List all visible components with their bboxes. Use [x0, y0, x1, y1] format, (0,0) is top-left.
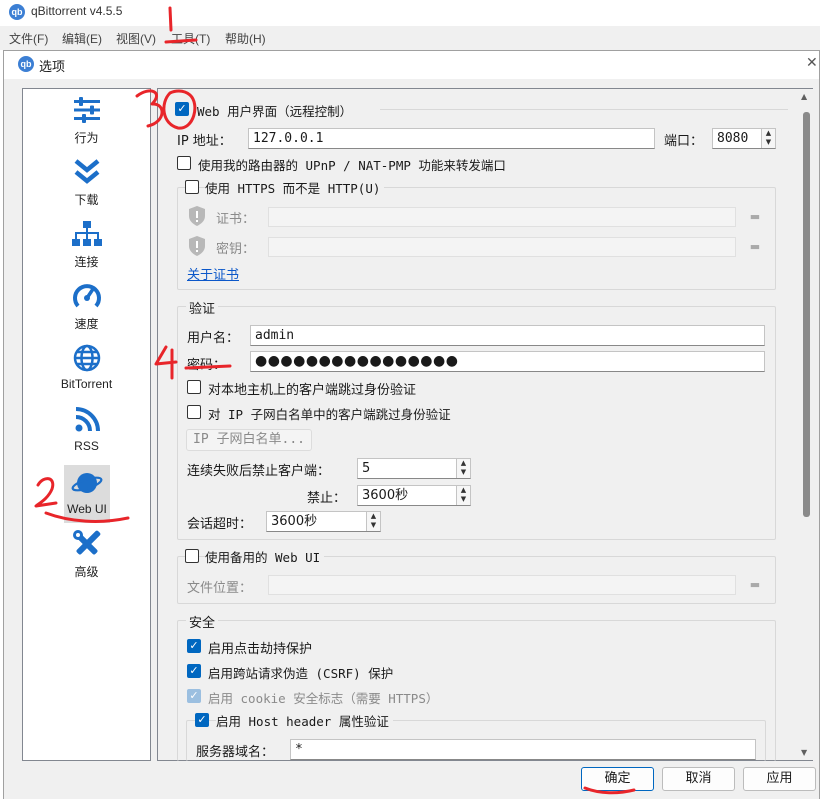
sidebar-item-label: 高级 [74, 565, 99, 579]
security-group-title: 安全 [186, 612, 219, 631]
ip-whitelist-button[interactable]: IP 子网白名单... [186, 429, 312, 451]
sidebar-item-label: Web UI [67, 502, 107, 516]
clickjacking-checkbox[interactable]: ✓ [187, 639, 201, 653]
folder-icon[interactable]: ▬ [746, 208, 764, 226]
bypass-subnet-label: 对 IP 子网白名单中的客户端跳过身份验证 [208, 407, 451, 422]
sidebar-item-rss[interactable]: RSS [23, 405, 150, 463]
ok-button[interactable]: 确定 [581, 767, 654, 791]
https-checkbox[interactable] [185, 180, 199, 194]
cookie-secure-label: 启用 cookie 安全标志（需要 HTTPS） [208, 691, 439, 706]
scrollbar-thumb[interactable] [803, 112, 810, 517]
dialog-icon: qb [18, 56, 34, 72]
dialog-title: 选项 [39, 60, 66, 75]
sidebar-item-label: 行为 [74, 131, 99, 145]
ban-duration-spinbox[interactable]: 3600秒 [357, 485, 471, 506]
session-timeout-spinbox[interactable]: 3600秒 [266, 511, 381, 532]
shield-warning-icon [189, 236, 205, 256]
apply-button[interactable]: 应用 [743, 767, 816, 791]
ip-label: IP 地址： [177, 134, 232, 149]
network-icon [71, 221, 102, 246]
bypass-subnet-checkbox[interactable] [187, 405, 201, 419]
cert-path-input[interactable] [268, 207, 736, 227]
sidebar-item-advanced[interactable]: 高级 [23, 529, 150, 587]
sidebar-item-connection[interactable]: 连接 [23, 219, 150, 277]
dialog-close-button[interactable]: ✕ [806, 55, 818, 71]
key-label: 密钥： [216, 242, 256, 257]
speedometer-icon [72, 284, 101, 308]
cancel-button[interactable]: 取消 [662, 767, 735, 791]
ban-after-spinbox[interactable]: 5 [357, 458, 471, 479]
https-label: 使用 HTTPS 而不是 HTTP(U) [205, 178, 385, 197]
ban-after-label: 连续失败后禁止客户端： [187, 464, 331, 479]
cert-label: 证书： [216, 212, 256, 227]
server-domains-input[interactable]: * [290, 739, 756, 760]
session-timeout-label: 会话超时： [187, 517, 253, 532]
category-sidebar: 行为 下载 连接 速度 BitTorrent RSS Web UI 高级 [22, 88, 151, 761]
group-divider [380, 109, 788, 110]
bypass-local-label: 对本地主机上的客户端跳过身份验证 [208, 383, 417, 398]
spin-arrows-icon[interactable]: ▲ ▼ [456, 459, 470, 478]
webui-enable-checkbox[interactable]: ✓ [175, 102, 189, 116]
password-label: 密码： [187, 358, 227, 373]
sliders-icon [73, 97, 100, 123]
menu-view[interactable]: 视图(V) [116, 30, 156, 47]
sidebar-item-label: BitTorrent [60, 377, 113, 391]
sidebar-item-speed[interactable]: 速度 [23, 281, 150, 339]
port-spin-arrows-icon[interactable]: ▲ ▼ [761, 129, 775, 148]
menu-edit[interactable]: 编辑(E) [62, 30, 102, 47]
sidebar-item-label: RSS [74, 439, 99, 453]
port-label: 端口： [664, 134, 704, 149]
sidebar-item-webui[interactable]: Web UI [64, 465, 110, 523]
username-label: 用户名： [187, 331, 240, 346]
alt-ui-location-input[interactable] [268, 575, 736, 595]
auth-group-title: 验证 [186, 298, 219, 317]
tools-icon [72, 530, 100, 555]
bypass-local-checkbox[interactable] [187, 380, 201, 394]
dialog-titlebar [4, 51, 819, 79]
scroll-up-icon[interactable]: ▲ [801, 92, 807, 101]
alt-ui-label: 使用备用的 Web UI [205, 547, 325, 566]
password-input[interactable]: ●●●●●●●●●●●●●●●● [250, 351, 765, 372]
host-header-checkbox[interactable]: ✓ [195, 713, 209, 727]
menu-tools[interactable]: 工具(T) [171, 30, 210, 47]
csrf-checkbox[interactable]: ✓ [187, 664, 201, 678]
sidebar-item-behavior[interactable]: 行为 [23, 95, 150, 153]
cookie-secure-checkbox[interactable]: ✓ [187, 689, 201, 703]
app-title: qBittorrent v4.5.5 [31, 4, 123, 18]
alt-ui-checkbox[interactable] [185, 549, 199, 563]
sidebar-item-label: 下载 [74, 193, 99, 207]
csrf-label: 启用跨站请求伪造 (CSRF) 保护 [208, 666, 394, 681]
shield-warning-icon [189, 206, 205, 226]
sidebar-item-label: 连接 [74, 255, 99, 269]
clickjacking-label: 启用点击劫持保护 [208, 642, 313, 657]
menu-file[interactable]: 文件(F) [9, 30, 48, 47]
upnp-checkbox[interactable] [177, 156, 191, 170]
menu-help[interactable]: 帮助(H) [225, 30, 266, 47]
rss-icon [75, 407, 100, 432]
folder-icon[interactable]: ▬ [746, 576, 764, 594]
webui-enable-label: Web 用户界面（远程控制） [197, 104, 353, 119]
download-chevrons-icon [74, 159, 99, 184]
upnp-label: 使用我的路由器的 UPnP / NAT-PMP 功能来转发端口 [198, 158, 506, 173]
folder-icon[interactable]: ▬ [746, 238, 764, 256]
username-input[interactable]: admin [250, 325, 765, 346]
ip-address-input[interactable]: 127.0.0.1 [248, 128, 655, 149]
about-cert-link[interactable]: 关于证书 [187, 264, 239, 283]
spin-arrows-icon[interactable]: ▲ ▼ [366, 512, 380, 531]
main-titlebar [0, 0, 820, 26]
spin-arrows-icon[interactable]: ▲ ▼ [456, 486, 470, 505]
host-header-label: 启用 Host header 属性验证 [216, 711, 393, 730]
sidebar-item-bittorrent[interactable]: BitTorrent [23, 343, 150, 401]
globe-icon [73, 344, 100, 372]
alt-ui-location-label: 文件位置： [187, 581, 253, 596]
key-path-input[interactable] [268, 237, 736, 257]
sidebar-item-label: 速度 [74, 317, 99, 331]
app-icon: qb [9, 4, 25, 20]
server-domains-label: 服务器域名： [196, 745, 275, 760]
scroll-down-icon[interactable]: ▼ [801, 748, 807, 757]
sidebar-item-downloads[interactable]: 下载 [23, 157, 150, 215]
planet-icon [71, 473, 103, 493]
ban-duration-label: 禁止： [307, 491, 347, 506]
